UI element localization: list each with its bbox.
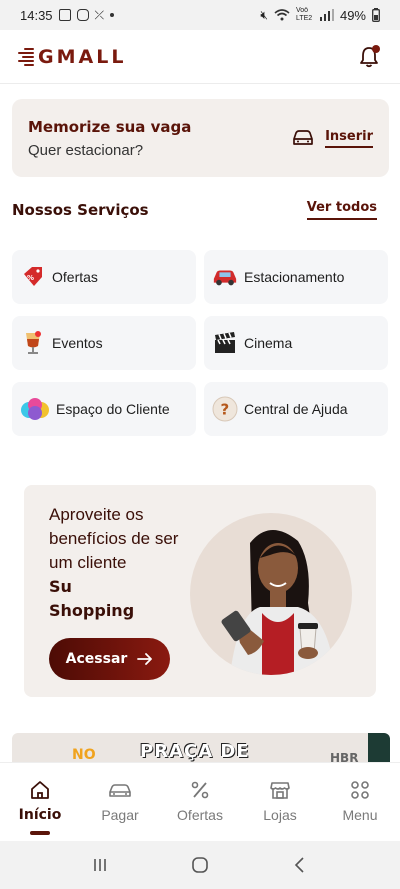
promo-photo <box>190 513 352 675</box>
wifi-icon <box>274 9 290 21</box>
parking-title: Memorize sua vaga <box>28 117 192 136</box>
nav-pagar[interactable]: Pagar <box>80 779 160 823</box>
status-right: 🔇︎ Voö LTE2 49% <box>260 7 380 23</box>
grid-icon <box>351 781 369 799</box>
status-time: 14:35 <box>20 7 53 23</box>
home-icon <box>31 781 49 799</box>
car-icon <box>212 264 238 290</box>
nav-ofertas[interactable]: Ofertas <box>160 779 240 823</box>
logo-text: GMALL <box>38 45 127 68</box>
services-header: Nossos Serviços Ver todos <box>12 200 377 220</box>
notifications-button[interactable] <box>356 44 382 70</box>
signal-icon <box>319 9 334 21</box>
nav-label: Lojas <box>263 807 297 823</box>
clapperboard-icon <box>212 330 238 356</box>
promo-brand-line-2: Shopping <box>49 601 135 620</box>
parking-insert-button[interactable]: Inserir <box>291 129 373 148</box>
services-title: Nossos Serviços <box>12 201 149 219</box>
parking-texts: Memorize sua vaga Quer estacionar? <box>28 118 191 159</box>
logo[interactable]: GMALL <box>18 46 126 68</box>
promo-line-3: um cliente <box>49 553 127 572</box>
system-nav-bar <box>0 841 400 889</box>
service-estacionamento[interactable]: Estacionamento <box>204 250 388 304</box>
service-central-ajuda[interactable]: ? Central de Ajuda <box>204 382 388 436</box>
service-label: Eventos <box>52 335 103 351</box>
access-button[interactable]: Acessar <box>49 638 170 680</box>
service-label: Cinema <box>244 335 293 351</box>
battery-percent: 49% <box>339 7 366 23</box>
status-bar: 14:35 ⤫ 🔇︎ Voö LTE2 49% <box>0 0 400 30</box>
nav-inicio[interactable]: Início <box>0 779 80 835</box>
parking-insert-label: Inserir <box>325 129 373 148</box>
promo-text: Aproveite os benefícios de ser um client… <box>49 503 199 623</box>
nav-label: Pagar <box>101 807 139 823</box>
svg-text:?: ? <box>221 401 230 419</box>
parking-subtitle: Quer estacionar? <box>28 141 144 159</box>
access-button-label: Acessar <box>65 651 128 667</box>
nav-label: Menu <box>342 807 378 823</box>
percent-icon <box>191 781 209 799</box>
gallery-icon <box>58 9 71 21</box>
app-header: GMALL <box>0 30 400 84</box>
service-espaco-cliente[interactable]: Espaço do Cliente <box>12 382 196 436</box>
more-notifications-icon <box>110 13 115 17</box>
status-left: 14:35 ⤫ <box>20 7 115 23</box>
woman-with-phone-illustration <box>221 529 335 675</box>
offer-tag-icon: % <box>20 264 46 290</box>
gift-icon <box>20 396 50 422</box>
question-icon: ? <box>212 396 238 422</box>
service-label: Ofertas <box>52 269 98 285</box>
nav-menu[interactable]: Menu <box>320 779 400 823</box>
promo-brand-line-1: Su <box>49 577 72 596</box>
recent-apps-icon[interactable] <box>91 856 109 874</box>
service-label: Espaço do Cliente <box>56 401 170 417</box>
promo-line-2: benefícios de ser <box>49 529 179 548</box>
missed-call-icon: ⤫ <box>94 7 105 22</box>
store-icon <box>270 782 290 799</box>
battery-icon <box>372 8 380 22</box>
notification-dot <box>372 44 380 53</box>
service-eventos[interactable]: Eventos <box>12 316 196 370</box>
parking-card[interactable]: Memorize sua vaga Quer estacionar? Inser… <box>12 99 389 177</box>
service-ofertas[interactable]: % Ofertas <box>12 250 196 304</box>
logo-speed-lines <box>18 47 34 66</box>
back-icon[interactable] <box>291 856 309 874</box>
instagram-icon <box>76 9 89 21</box>
service-label: Estacionamento <box>244 269 345 285</box>
car-icon <box>109 784 131 797</box>
see-all-link[interactable]: Ver todos <box>306 200 377 220</box>
nav-label: Início <box>18 807 62 823</box>
mute-icon: 🔇︎ <box>260 7 268 22</box>
car-icon <box>293 130 313 145</box>
banner-text-main: PRAÇA DE <box>140 741 250 762</box>
nav-label: Ofertas <box>177 807 223 823</box>
arrow-right-icon <box>137 653 153 665</box>
drink-icon <box>20 330 46 356</box>
services-grid: % Ofertas Estacionamento Eventos Cinema … <box>12 250 388 436</box>
service-label: Central de Ajuda <box>244 401 348 417</box>
svg-text:%: % <box>27 274 34 282</box>
active-indicator <box>30 831 50 835</box>
promo-card: Aproveite os benefícios de ser um client… <box>24 485 376 697</box>
bottom-nav: Início Pagar Ofertas Lojas Menu <box>0 763 400 841</box>
home-button-icon[interactable] <box>191 856 209 874</box>
banner-text-orange: NO <box>72 747 96 763</box>
lte-label: Voö LTE2 <box>295 7 313 22</box>
service-cinema[interactable]: Cinema <box>204 316 388 370</box>
nav-lojas[interactable]: Lojas <box>240 779 320 823</box>
promo-line-1: Aproveite os <box>49 505 144 524</box>
